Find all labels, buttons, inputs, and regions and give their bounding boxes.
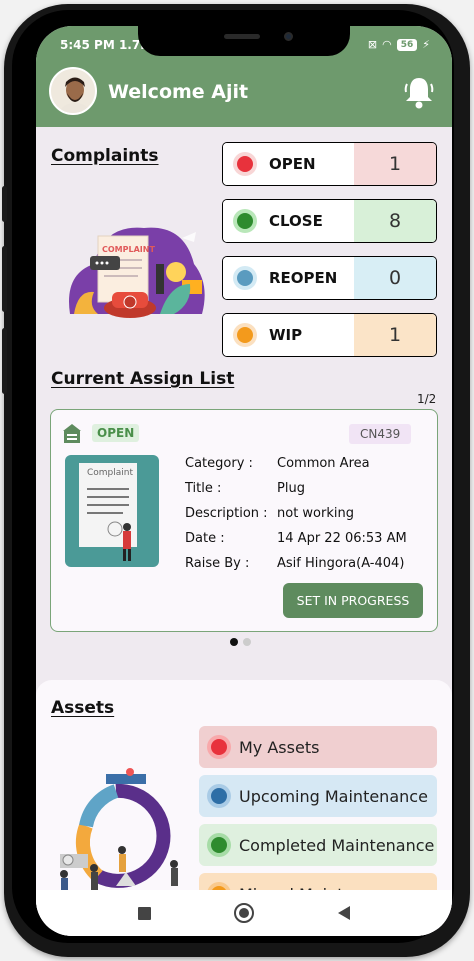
blue-dot-icon xyxy=(207,784,231,808)
complaint-illustration: COMPLAINT xyxy=(69,227,205,318)
battery-icon: 56 xyxy=(396,38,418,51)
status-badge: OPEN xyxy=(92,424,140,442)
volume-up-button xyxy=(2,246,7,312)
assets-illustration xyxy=(60,768,178,890)
stat-open[interactable]: OPEN 1 xyxy=(222,142,437,186)
illustration-label: COMPLAINT xyxy=(102,245,155,254)
close-dot-icon xyxy=(233,209,257,233)
recents-square-icon[interactable] xyxy=(137,906,151,920)
mute-switch xyxy=(2,186,7,222)
assign-list-title: Current Assign List xyxy=(51,369,235,389)
building-icon xyxy=(63,424,81,443)
page-indicator: 1/2 xyxy=(417,392,437,406)
wip-dot-icon xyxy=(233,323,257,347)
pager-dot-active[interactable] xyxy=(230,638,238,646)
stat-wip[interactable]: WIP 1 xyxy=(222,313,437,357)
wifi-icon: ◠ xyxy=(382,38,392,51)
complaint-code: CN439 xyxy=(349,424,412,444)
reopen-dot-icon xyxy=(233,266,257,290)
reopen-count: 0 xyxy=(354,257,436,299)
stat-close[interactable]: CLOSE 8 xyxy=(222,199,437,243)
open-count: 1 xyxy=(354,143,436,185)
assets-title: Assets xyxy=(51,698,115,718)
completed-maintenance-item[interactable]: Completed Maintenance xyxy=(199,824,437,866)
sim-icon: ⊠ xyxy=(367,38,378,51)
field-raised-by: Raise By : Asif Hingora(A-404) xyxy=(185,556,405,571)
complaint-card[interactable]: OPEN CN439 Complaint Category : Common Ar… xyxy=(50,409,438,632)
wip-count: 1 xyxy=(354,314,436,356)
welcome-text: Welcome Ajit xyxy=(108,81,249,103)
set-in-progress-button[interactable]: SET IN PROGRESS xyxy=(283,583,423,618)
volume-down-button xyxy=(2,328,7,394)
field-date: Date :14 Apr 22 06:53 AM xyxy=(185,531,407,546)
field-description: Description : not working xyxy=(185,506,354,521)
open-dot-icon xyxy=(233,152,257,176)
complaint-document-image: Complaint xyxy=(65,455,159,567)
system-nav-bar xyxy=(36,890,452,936)
my-assets-item[interactable]: My Assets xyxy=(199,726,437,768)
green-dot-icon xyxy=(207,833,231,857)
stat-reopen[interactable]: REOPEN 0 xyxy=(222,256,437,300)
camera-notch xyxy=(138,26,350,56)
home-circle-icon[interactable] xyxy=(234,903,255,923)
user-avatar[interactable] xyxy=(49,67,97,115)
bell-ring-icon[interactable] xyxy=(403,74,435,110)
pager-dot[interactable] xyxy=(243,638,251,646)
back-triangle-icon[interactable] xyxy=(338,906,351,920)
app-screen: 5:45 PM 1.7K ⊠ ◠ 56 ⚡ Welcome Ajit Compl… xyxy=(36,26,452,936)
field-category: Category : Common Area xyxy=(185,456,370,471)
charging-icon: ⚡ xyxy=(422,38,430,51)
status-icons: ⊠ ◠ 56 ⚡ xyxy=(368,38,430,51)
field-title: Title : Plug xyxy=(185,481,305,496)
document-title: Complaint xyxy=(87,468,133,478)
upcoming-maintenance-item[interactable]: Upcoming Maintenance xyxy=(199,775,437,817)
red-dot-icon xyxy=(207,735,231,759)
status-time: 5:45 PM 1.7K xyxy=(60,38,150,52)
close-count: 8 xyxy=(354,200,436,242)
complaints-title: Complaints xyxy=(51,146,159,166)
